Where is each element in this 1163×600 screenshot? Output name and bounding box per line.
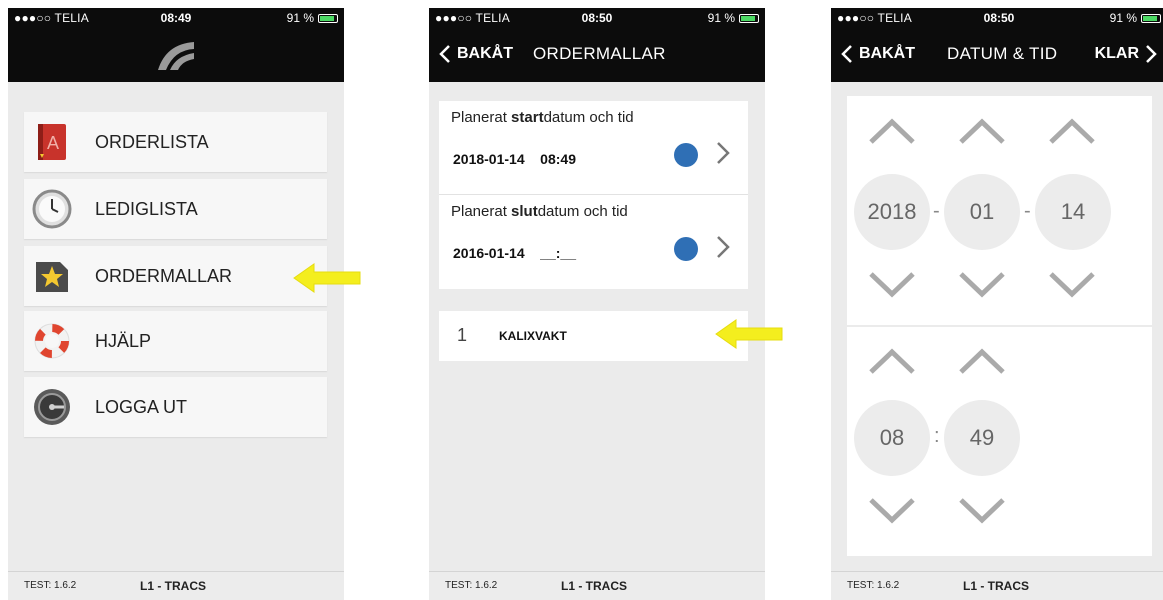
done-label: KLAR (1094, 45, 1139, 62)
yellow-arrow-icon (715, 319, 783, 349)
menu-label: ORDERLISTA (95, 132, 209, 152)
template-item-kalixvakt[interactable]: 1 KALIXVAKT (439, 311, 748, 361)
line-label: L1 - TRACS (140, 579, 206, 593)
year-down-button[interactable] (867, 270, 917, 300)
month-down-button[interactable] (957, 270, 1007, 300)
date-picker: 2018 - 01 - 14 (847, 96, 1152, 324)
footer: TEST: 1.6.2 L1 - TRACS (429, 571, 765, 600)
back-label: BAKÅT (457, 45, 513, 62)
menu-item-orderlista[interactable]: A ORDERLISTA (24, 112, 327, 172)
start-datetime-value: 2018-01-14 08:49 (453, 151, 576, 167)
yellow-arrow-icon (293, 263, 361, 293)
back-button[interactable]: BAKÅT (439, 44, 513, 64)
chevron-left-icon (439, 45, 450, 63)
footer: TEST: 1.6.2 L1 - TRACS (8, 571, 344, 600)
hour-down-button[interactable] (867, 496, 917, 526)
screen-main-menu: ●●●○○ TELIA 08:49 91 % A ORDERLISTA LEDI… (8, 8, 344, 600)
menu-item-ordermallar[interactable]: ORDERMALLAR (24, 246, 327, 306)
star-folder-icon (36, 262, 68, 292)
back-label: BAKÅT (859, 45, 915, 62)
battery-icon (1141, 13, 1161, 23)
menu-label: ORDERMALLAR (95, 266, 233, 286)
nav-bar (8, 28, 344, 82)
menu-label: LEDIGLISTA (95, 199, 198, 219)
svg-text:A: A (47, 133, 59, 153)
date-separator: - (933, 200, 940, 222)
picker-panel: 2018 - 01 - 14 08 : 49 (847, 96, 1152, 556)
page-title: DATUM & TID (947, 44, 1058, 63)
status-bar: ●●●○○ TELIA 08:50 91 % (429, 8, 765, 28)
version-label: TEST: 1.6.2 (445, 580, 498, 591)
month-up-button[interactable] (957, 116, 1007, 146)
page-title: ORDERMALLAR (533, 44, 666, 63)
template-index: 1 (457, 325, 468, 345)
nav-bar: BAKÅT DATUM & TID KLAR (831, 28, 1163, 82)
end-datetime-row[interactable]: Planerat slutdatum och tid 2016-01-14 __… (439, 195, 748, 287)
date-card: Planerat startdatum och tid 2018-01-14 0… (439, 101, 748, 289)
day-down-button[interactable] (1047, 270, 1097, 300)
chevron-right-icon (717, 142, 730, 164)
back-button[interactable]: BAKÅT (841, 44, 915, 64)
year-value[interactable]: 2018 (854, 174, 930, 250)
lifebuoy-icon (34, 323, 70, 359)
version-label: TEST: 1.6.2 (24, 580, 77, 591)
end-datetime-value: 2016-01-14 __:__ (453, 245, 576, 261)
minute-value[interactable]: 49 (944, 400, 1020, 476)
clock-icon (32, 189, 72, 229)
year-up-button[interactable] (867, 116, 917, 146)
version-label: TEST: 1.6.2 (847, 580, 900, 591)
hour-up-button[interactable] (867, 346, 917, 376)
status-bar: ●●●○○ TELIA 08:50 91 % (831, 8, 1163, 28)
book-icon: A (38, 124, 66, 160)
start-datetime-row[interactable]: Planerat startdatum och tid 2018-01-14 0… (439, 101, 748, 193)
hour-value[interactable]: 08 (854, 400, 930, 476)
selected-indicator (674, 143, 698, 167)
battery-percent: 91 % (1109, 11, 1137, 25)
month-value[interactable]: 01 (944, 174, 1020, 250)
footer: TEST: 1.6.2 L1 - TRACS (831, 571, 1163, 600)
time-picker: 08 : 49 (847, 328, 1152, 556)
safe-lock-icon (34, 389, 70, 425)
chevron-left-icon (841, 45, 852, 63)
day-up-button[interactable] (1047, 116, 1097, 146)
menu-item-logga-ut[interactable]: LOGGA UT (24, 377, 327, 437)
menu-label: LOGGA UT (95, 397, 188, 417)
menu-label: HJÄLP (95, 331, 152, 351)
status-bar: ●●●○○ TELIA 08:49 91 % (8, 8, 344, 28)
chevron-right-icon (717, 236, 730, 258)
menu-item-lediglista[interactable]: LEDIGLISTA (24, 179, 327, 239)
day-value[interactable]: 14 (1035, 174, 1111, 250)
template-name: KALIXVAKT (499, 329, 567, 343)
app-logo-icon (158, 42, 194, 70)
divider (847, 325, 1152, 327)
nav-bar: BAKÅT ORDERMALLAR (429, 28, 765, 82)
done-button[interactable]: KLAR (1095, 44, 1157, 64)
time-separator: : (934, 425, 940, 447)
screen-ordermallar: ●●●○○ TELIA 08:50 91 % BAKÅT ORDERMALLAR… (429, 8, 765, 600)
chevron-right-icon (1146, 45, 1157, 63)
battery-icon (739, 13, 759, 23)
minute-down-button[interactable] (957, 496, 1007, 526)
battery-percent: 91 % (707, 11, 735, 25)
date-separator: - (1024, 200, 1031, 222)
line-label: L1 - TRACS (963, 579, 1029, 593)
line-label: L1 - TRACS (561, 579, 627, 593)
battery-percent: 91 % (286, 11, 314, 25)
screen-date-time-picker: ●●●○○ TELIA 08:50 91 % BAKÅT DATUM & TID… (831, 8, 1163, 600)
battery-icon (318, 13, 338, 23)
minute-up-button[interactable] (957, 346, 1007, 376)
menu-item-hjalp[interactable]: HJÄLP (24, 311, 327, 371)
selected-indicator (674, 237, 698, 261)
